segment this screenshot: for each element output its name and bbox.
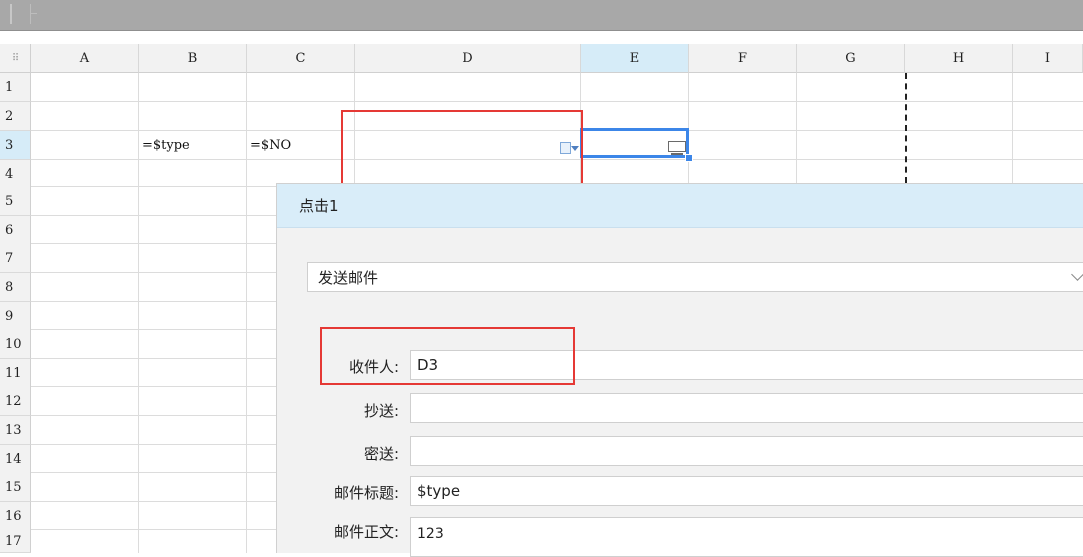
column-header-e[interactable]: E [581, 44, 689, 73]
grid-line [31, 272, 276, 273]
subject-input[interactable]: $type [410, 476, 1083, 506]
row-header-4[interactable]: 4 [0, 160, 31, 189]
row-header-2[interactable]: 2 [0, 102, 31, 131]
column-header-f[interactable]: F [689, 44, 797, 73]
page-break-line [905, 73, 907, 183]
grid-line [31, 243, 276, 244]
grid-line [1012, 73, 1013, 183]
column-header-c[interactable]: C [247, 44, 355, 73]
action-type-select[interactable]: 发送邮件 [307, 262, 1083, 292]
cc-label: 抄送: [363, 402, 399, 420]
subject-label: 邮件标题: [333, 484, 399, 502]
body-label: 邮件正文: [333, 523, 399, 541]
highlight-box-d3 [341, 110, 583, 187]
grid-line [31, 415, 276, 416]
column-header-b[interactable]: B [139, 44, 247, 73]
row-header-11[interactable]: 11 [0, 359, 31, 388]
bcc-input[interactable] [410, 436, 1083, 466]
grid-line [31, 358, 276, 359]
column-header-g[interactable]: G [797, 44, 905, 73]
grid-line [31, 472, 276, 473]
grid-line [31, 386, 276, 387]
grid-line [31, 501, 276, 502]
row-header-15[interactable]: 15 [0, 473, 31, 502]
row-header-9[interactable]: 9 [0, 302, 31, 331]
chevron-down-icon[interactable] [1071, 268, 1083, 281]
row-header-5[interactable]: 5 [0, 187, 31, 216]
bcc-label: 密送: [363, 445, 399, 463]
grid-line [138, 73, 139, 553]
comment-icon[interactable] [668, 141, 686, 155]
row-header-3[interactable]: 3 [0, 131, 31, 160]
row-header-16[interactable]: 16 [0, 502, 31, 531]
body-textarea[interactable]: 123 [410, 517, 1083, 557]
column-header-i[interactable]: I [1013, 44, 1083, 73]
column-header-d[interactable]: D [355, 44, 581, 73]
cc-input[interactable] [410, 393, 1083, 423]
row-header-6[interactable]: 6 [0, 216, 31, 245]
column-header-a[interactable]: A [31, 44, 139, 73]
grid-line [31, 529, 276, 530]
grid-line [796, 73, 797, 183]
action-type-value: 发送邮件 [318, 268, 379, 287]
row-header-1[interactable]: 1 [0, 73, 31, 102]
grid-line [31, 215, 276, 216]
grid-line [31, 444, 276, 445]
toolbar-separator [30, 4, 31, 24]
toolbar-separator-tick [31, 13, 37, 14]
cell-c3[interactable]: =$NO [250, 138, 291, 153]
fill-handle[interactable] [685, 154, 693, 162]
row-header-14[interactable]: 14 [0, 445, 31, 474]
grid-line [31, 186, 276, 187]
row-header-17[interactable]: 17 [0, 530, 31, 553]
grip-icon[interactable] [10, 4, 12, 24]
toolbar-gap [0, 31, 1083, 44]
column-header-h[interactable]: H [905, 44, 1013, 73]
grid-line [246, 73, 247, 553]
panel-title: 点击1 [277, 184, 1083, 228]
grid-line [31, 101, 1083, 102]
cell-b3[interactable]: =$type [142, 138, 190, 153]
toolbar-strip [0, 0, 1083, 31]
grid-line [31, 329, 276, 330]
row-header-7[interactable]: 7 [0, 244, 31, 273]
grid-line [31, 301, 276, 302]
select-all-corner[interactable]: ⠿ [0, 44, 31, 73]
row-header-10[interactable]: 10 [0, 330, 31, 359]
row-header-13[interactable]: 13 [0, 416, 31, 445]
highlight-box-recipient [320, 327, 575, 385]
row-header-12[interactable]: 12 [0, 387, 31, 416]
row-header-8[interactable]: 8 [0, 273, 31, 302]
